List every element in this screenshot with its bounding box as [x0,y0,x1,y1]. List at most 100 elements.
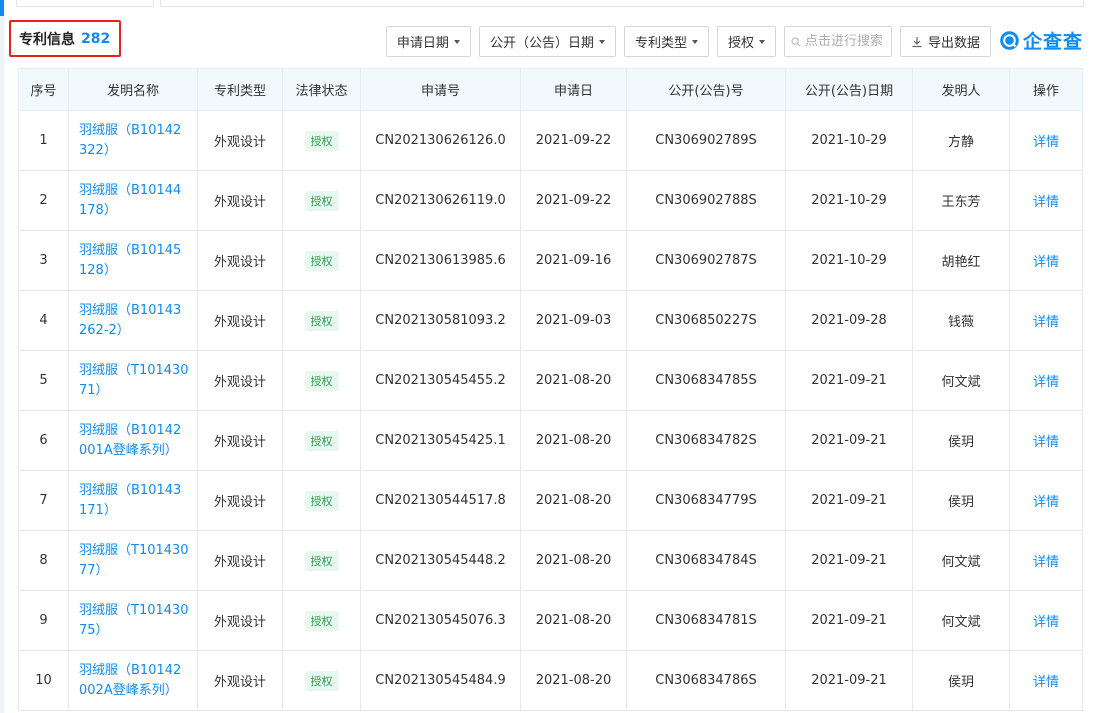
legal-status-cell: 授权 [282,290,361,351]
row-index: 7 [18,470,69,531]
section-title-highlight: 专利信息 282 [9,20,121,57]
table-row: 6 羽绒服（B10142001A登峰系列） 外观设计 授权 CN202130545425… [18,410,1083,471]
status-badge: 授权 [304,610,339,631]
action-cell: 详情 [1009,350,1083,411]
status-badge: 授权 [304,490,339,511]
patent-name-link[interactable]: 羽绒服（T10143071） [68,350,198,411]
patent-name-link[interactable]: 羽绒服（B10143171） [68,470,198,531]
filter-label: 专利类型 [634,36,687,51]
patent-name-link[interactable]: 羽绒服（B10142001A登峰系列） [68,410,198,471]
inventor: 侯玥 [912,470,1010,531]
column-header-app-date: 申请日 [520,68,627,111]
filter-label: 公开（公告）日期 [489,36,594,51]
chevron-down-icon [453,39,460,44]
inventor: 侯玥 [912,410,1010,471]
application-number: CN202130545425.1 [360,410,521,471]
publication-date: 2021-10-29 [785,230,913,291]
table-header-row: 序号 发明名称 专利类型 法律状态 申请号 申请日 公开(公告)号 公开(公告)… [18,68,1083,111]
details-link[interactable]: 详情 [1033,135,1059,150]
column-header-action: 操作 [1009,68,1083,111]
inventor: 何文斌 [912,530,1010,591]
action-cell: 详情 [1009,290,1083,351]
patent-type: 外观设计 [197,170,283,231]
column-header-index: 序号 [18,68,69,111]
section-title: 专利信息 [19,31,75,48]
column-header-type: 专利类型 [197,68,283,111]
table-row: 10 羽绒服（B10142002A登峰系列） 外观设计 授权 CN20213054548… [18,650,1083,711]
publication-number: CN306834779S [626,470,786,531]
filter-publication-date[interactable]: 公开（公告）日期 [478,26,616,57]
inventor: 王东芳 [912,170,1010,231]
publication-number: CN306834784S [626,530,786,591]
logo-mark-icon [1000,31,1019,50]
details-link[interactable]: 详情 [1033,615,1059,630]
download-icon [912,36,922,47]
legal-status-cell: 授权 [282,590,361,651]
action-cell: 详情 [1009,230,1083,291]
table-row: 1 羽绒服（B10142322） 外观设计 授权 CN202130626126.0 202… [18,110,1083,171]
action-cell: 详情 [1009,470,1083,531]
export-button[interactable]: 导出数据 [899,26,991,57]
legal-status-cell: 授权 [282,470,361,531]
patent-name-link[interactable]: 羽绒服（B10143262-2） [68,290,198,351]
patent-name-link[interactable]: 羽绒服（T10143077） [68,530,198,591]
search-box[interactable] [783,26,892,57]
inventor: 钱薇 [912,290,1010,351]
details-link[interactable]: 详情 [1033,255,1059,270]
filter-application-date[interactable]: 申请日期 [385,26,471,57]
application-number: CN202130613985.6 [360,230,521,291]
details-link[interactable]: 详情 [1033,315,1059,330]
application-date: 2021-08-20 [520,530,627,591]
application-date: 2021-08-20 [520,650,627,711]
application-date: 2021-09-22 [520,170,627,231]
patent-type: 外观设计 [197,590,283,651]
patent-name-link[interactable]: 羽绒服（B10145128） [68,230,198,291]
details-link[interactable]: 详情 [1033,675,1059,690]
patent-name-link[interactable]: 羽绒服（T10143075） [68,590,198,651]
patent-name-link[interactable]: 羽绒服（B10144178） [68,170,198,231]
filter-legal-status[interactable]: 授权 [716,26,776,57]
details-link[interactable]: 详情 [1033,495,1059,510]
publication-date: 2021-09-21 [785,650,913,711]
publication-number: CN306834781S [626,590,786,651]
row-index: 6 [18,410,69,471]
details-link[interactable]: 详情 [1033,435,1059,450]
left-edge-strip [0,0,4,713]
row-index: 5 [18,350,69,411]
action-cell: 详情 [1009,650,1083,711]
legal-status-cell: 授权 [282,230,361,291]
table-row: 7 羽绒服（B10143171） 外观设计 授权 CN202130544517.8 202… [18,470,1083,531]
status-badge: 授权 [304,250,339,271]
publication-date: 2021-09-21 [785,530,913,591]
details-link[interactable]: 详情 [1033,375,1059,390]
row-index: 3 [18,230,69,291]
action-cell: 详情 [1009,530,1083,591]
column-header-pub-date: 公开(公告)日期 [785,68,913,111]
patent-name-link[interactable]: 羽绒服（B10142002A登峰系列） [68,650,198,711]
row-index: 10 [18,650,69,711]
filter-patent-type[interactable]: 专利类型 [623,26,709,57]
search-input[interactable] [804,34,885,49]
publication-date: 2021-09-21 [785,410,913,471]
details-link[interactable]: 详情 [1033,195,1059,210]
patent-type: 外观设计 [197,230,283,291]
application-date: 2021-09-03 [520,290,627,351]
patent-name-link[interactable]: 羽绒服（B10142322） [68,110,198,171]
legal-status-cell: 授权 [282,110,361,171]
legal-status-cell: 授权 [282,650,361,711]
publication-number: CN306834785S [626,350,786,411]
publication-date: 2021-10-29 [785,170,913,231]
table-row: 4 羽绒服（B10143262-2） 外观设计 授权 CN202130581093.2 2… [18,290,1083,351]
column-header-name: 发明名称 [68,68,198,111]
action-cell: 详情 [1009,110,1083,171]
details-link[interactable]: 详情 [1033,555,1059,570]
publication-date: 2021-09-21 [785,590,913,651]
status-badge: 授权 [304,190,339,211]
row-index: 4 [18,290,69,351]
top-panel-fragment [160,0,1084,7]
application-number: CN202130626119.0 [360,170,521,231]
chevron-down-icon [598,39,605,44]
inventor: 胡艳红 [912,230,1010,291]
result-count: 282 [81,30,111,47]
status-badge: 授权 [304,130,339,151]
